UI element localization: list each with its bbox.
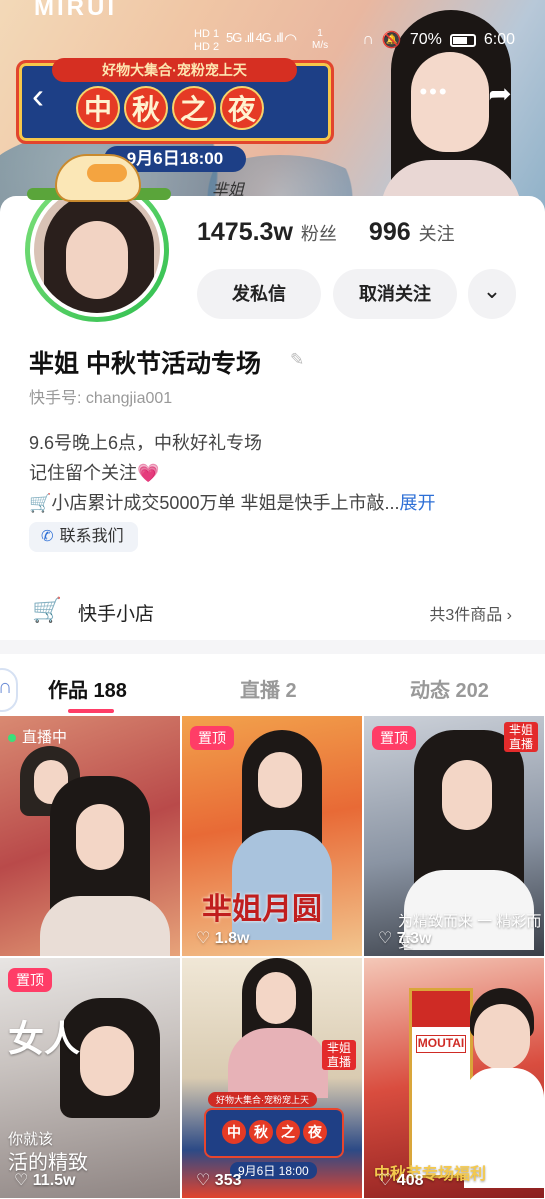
bio-line: 记住留个关注: [29, 463, 137, 483]
chevron-down-icon[interactable]: ⌄: [468, 269, 516, 319]
following-label[interactable]: 关注: [419, 220, 455, 246]
share-arrow-icon[interactable]: ➦: [478, 74, 522, 118]
video-tile[interactable]: MOUTAI 中秋节专场福利 ♡ 408: [364, 958, 544, 1198]
wifi-icon: ◠: [284, 31, 298, 48]
video-tile[interactable]: 直播中: [0, 716, 180, 956]
event-title-char: 秋: [124, 86, 168, 130]
live-brand-tag: 芈姐 直播: [322, 1040, 356, 1070]
like-count: ♡ 1.8w: [196, 930, 250, 947]
shop-item-count: 共3件商品 ›: [429, 607, 512, 624]
video-tile[interactable]: 为精致而来 一 精彩而变 置顶 芈姐 直播 ♡ 7.3w: [364, 716, 544, 956]
battery-icon: [449, 33, 476, 47]
shop-title: 快手小店: [78, 604, 155, 625]
video-headline: 女人: [8, 1018, 81, 1059]
pinned-badge: 置顶: [372, 726, 416, 750]
shop-row[interactable]: 🛒 快手小店 共3件商品 ›: [0, 584, 545, 638]
bio-expand-link[interactable]: 展开: [399, 493, 435, 513]
profile-name: 芈姐 中秋节活动专场: [29, 350, 261, 378]
pinned-badge: 置顶: [8, 968, 52, 992]
live-brand-tag: 芈姐 直播: [504, 722, 538, 752]
event-subtitle: 好物大集合·宠粉宠上天: [52, 58, 297, 82]
pinned-badge: 置顶: [190, 726, 234, 750]
phone-icon: ✆: [41, 528, 54, 545]
followers-count[interactable]: 1475.3w: [197, 218, 293, 247]
unfollow-button[interactable]: 取消关注: [333, 269, 457, 319]
like-count: ♡ 11.5w: [14, 1172, 76, 1189]
event-title-char: 夜: [220, 86, 264, 130]
active-tab-indicator: [68, 709, 114, 713]
shopping-cart-icon: 🛒: [32, 597, 62, 624]
kuaishou-id[interactable]: 快手号: changjia001: [29, 384, 172, 408]
contact-label: 联系我们: [59, 528, 124, 545]
network-speed: 1 M/s: [312, 28, 329, 51]
like-count: ♡ 7.3w: [378, 930, 432, 947]
message-button[interactable]: 发私信: [197, 269, 321, 319]
sim-indicator: HD 1 HD 2: [194, 28, 220, 53]
banner-brand: MIRUI: [34, 0, 117, 21]
promo-title: 中秋之夜: [222, 1120, 327, 1144]
event-title: 中 秋 之 夜: [76, 86, 264, 130]
event-title-char: 之: [172, 86, 216, 130]
mute-icon: 🔕: [381, 32, 402, 49]
back-chevron-icon[interactable]: ‹: [18, 76, 58, 116]
tab-moments[interactable]: 动态 202: [410, 674, 489, 703]
status-bar: HD 1 HD 2 5G .ıll 4G .ıll ◠ 1 M/s ∩ 🔕 70% …: [0, 28, 545, 54]
bio-line: 小店累计成交5000万单 芈姐是快手上市敲...: [51, 493, 400, 513]
profile-tabs: 作品 188 直播 2 动态 202: [0, 660, 545, 716]
contact-button[interactable]: ✆ 联系我们: [29, 522, 138, 552]
status-time: 6:00: [483, 31, 515, 48]
tab-works[interactable]: 作品 188: [48, 674, 127, 703]
heart-icon: 💗: [137, 463, 160, 483]
like-count: ♡ 408: [378, 1172, 424, 1189]
profile-stats: 1475.3w 粉丝 996 关注: [197, 218, 455, 247]
tab-live[interactable]: 直播 2: [240, 674, 297, 703]
cell-signal-icon: 5G .ıll 4G .ıll: [226, 30, 284, 45]
cart-icon: 🛒: [29, 493, 52, 513]
avatar-pendant-cat: [27, 154, 171, 214]
promo-date: 9月6日 18:00: [230, 1162, 317, 1179]
bio-line: 9.6号晚上6点，中秋好礼专场: [29, 433, 263, 453]
event-title-char: 中: [76, 86, 120, 130]
like-count: ♡ 353: [196, 1172, 242, 1189]
edit-pencil-icon[interactable]: ✎: [290, 350, 310, 370]
section-divider: [0, 640, 545, 654]
more-options-button[interactable]: •••: [414, 76, 454, 116]
profile-bio: 9.6号晚上6点，中秋好礼专场 记住留个关注💗 🛒小店累计成交5000万单 芈姐…: [29, 428, 529, 518]
promo-subtitle: 好物大集合·宠粉宠上天: [208, 1092, 317, 1107]
followers-label[interactable]: 粉丝: [301, 220, 337, 246]
video-tile[interactable]: 好物大集合·宠粉宠上天 中秋之夜 9月6日 18:00 芈姐 直播 ♡ 353: [182, 958, 362, 1198]
headphones-icon: ∩: [362, 31, 374, 48]
following-count[interactable]: 996: [369, 218, 411, 247]
live-badge: 直播中: [8, 726, 67, 750]
video-tile[interactable]: 女人 你就该 活的精致 置顶 ♡ 11.5w: [0, 958, 180, 1198]
battery-percent: 70%: [409, 31, 442, 48]
video-tile[interactable]: 芈姐月圆 置顶 ♡ 1.8w: [182, 716, 362, 956]
video-title: 芈姐月圆: [202, 893, 322, 926]
video-grid: 直播中 芈姐月圆 置顶 ♡ 1.8w 为精致而来 一 精彩而变 置顶 芈姐 直播 …: [0, 716, 545, 1199]
